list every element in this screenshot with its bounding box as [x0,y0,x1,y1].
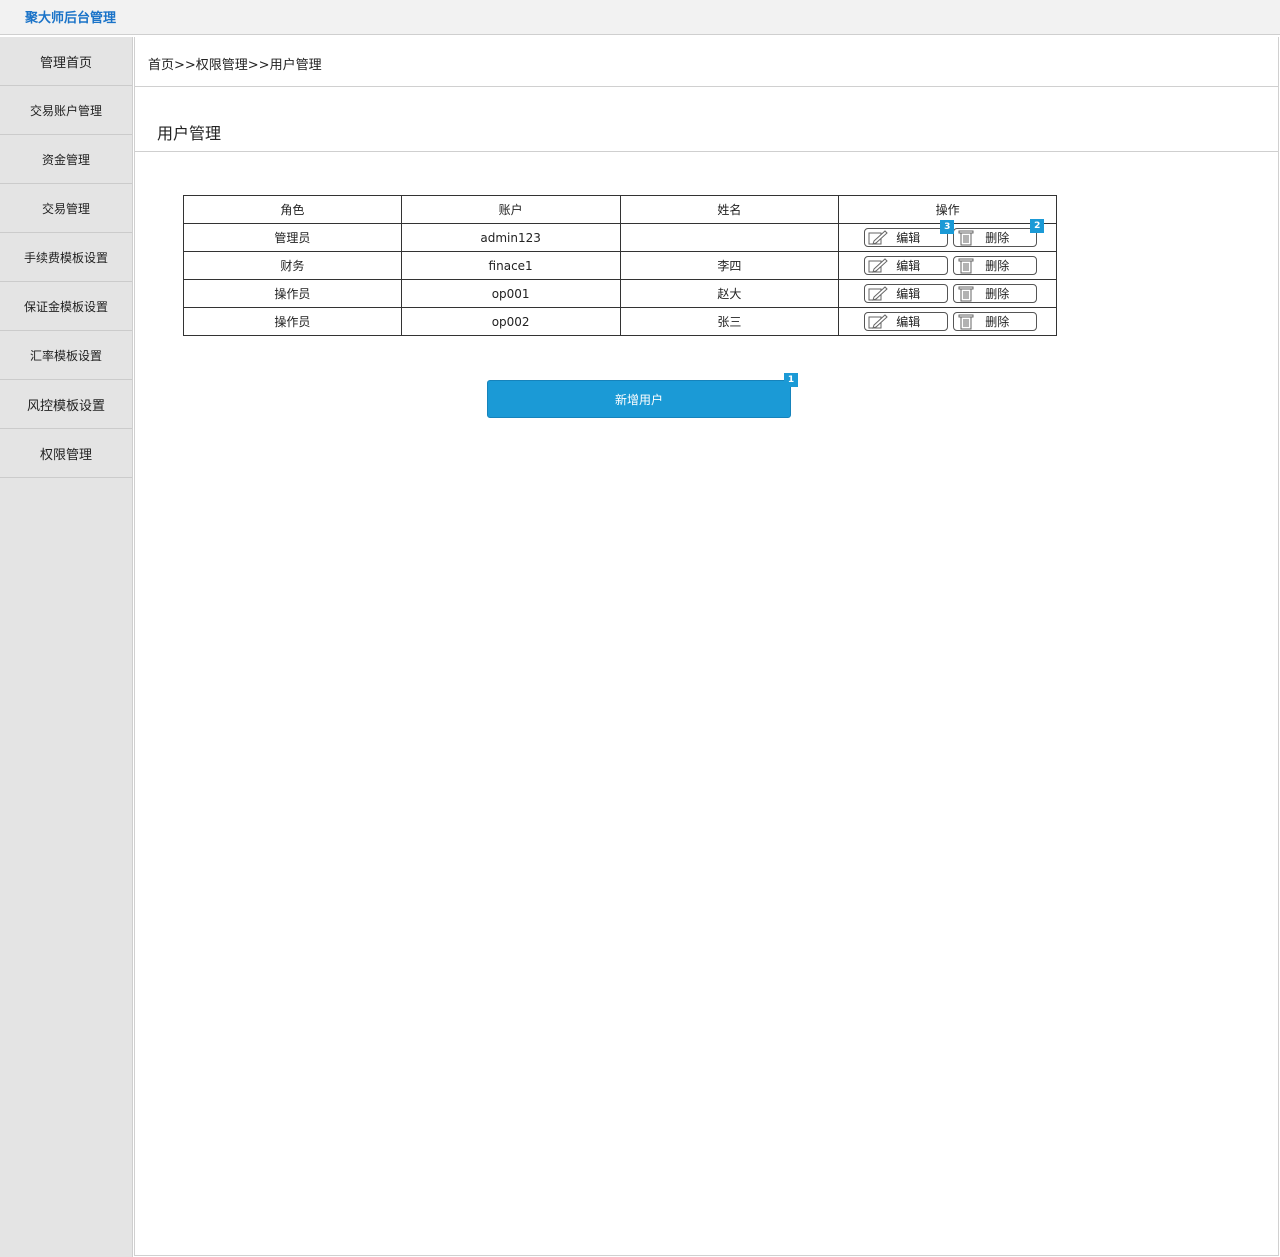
header-role: 角色 [183,195,402,224]
users-table: 角色 账户 姓名 操作 管理员 admin123 编辑 删除 3 2 财务 fi… [183,195,1057,336]
delete-label: 删除 [985,287,1010,301]
pencil-edit-icon [868,286,888,301]
app-title: 聚大师后台管理 [25,11,117,26]
cell-account: finace1 [400,251,621,280]
delete-label: 删除 [985,259,1010,273]
add-user-label: 新增用户 [614,392,663,407]
edit-label: 编辑 [896,287,921,301]
sidebar-item-risk-templates[interactable]: 风控模板设置 [0,380,132,429]
sidebar-item-fx-templates[interactable]: 汇率模板设置 [0,331,132,380]
cell-role: 管理员 [183,223,402,252]
cell-account: op001 [400,279,621,308]
edit-button[interactable]: 编辑 [864,228,949,247]
cell-role: 操作员 [183,279,402,308]
header-name: 姓名 [619,195,840,224]
sidebar: 管理首页 交易账户管理 资金管理 交易管理 手续费模板设置 保证金模板设置 汇率… [0,37,133,1257]
cell-actions: 编辑 删除 3 2 [838,219,1057,252]
delete-button[interactable]: 删除 [953,312,1038,331]
top-bar: 聚大师后台管理 [0,0,1280,35]
table-row: 操作员 op002 张三 编辑 删除 [183,307,1057,336]
add-user-button[interactable]: 新增用户 [487,380,791,418]
delete-button[interactable]: 删除 [953,256,1038,275]
sidebar-item-home[interactable]: 管理首页 [0,37,132,86]
edit-button[interactable]: 编辑 [864,312,949,331]
table-row: 管理员 admin123 编辑 删除 3 2 [183,219,1057,252]
sidebar-item-label: 资金管理 [41,152,90,167]
cell-role: 财务 [183,251,402,280]
annotation-marker-edit: 3 [940,220,955,234]
cell-account: op002 [400,307,621,336]
edit-label: 编辑 [896,259,921,273]
delete-label: 删除 [985,231,1010,245]
annotation-marker-add: 1 [784,373,798,387]
cell-name: 赵大 [619,279,840,308]
table-header-row: 角色 账户 姓名 操作 [183,195,1057,224]
breadcrumb-divider [135,86,1278,87]
header-account: 账户 [400,195,621,224]
edit-label: 编辑 [896,315,921,329]
sidebar-item-label: 交易账户管理 [29,103,102,118]
trash-icon [958,258,974,274]
cell-name: 李四 [619,251,840,280]
sidebar-item-label: 风控模板设置 [26,398,105,414]
table-row: 操作员 op001 赵大 编辑 删除 [183,279,1057,308]
cell-name: 张三 [619,307,840,336]
sidebar-item-label: 保证金模板设置 [23,299,108,314]
trash-icon [958,286,974,302]
table-row: 财务 finace1 李四 编辑 删除 [183,251,1057,280]
sidebar-item-funds[interactable]: 资金管理 [0,135,132,184]
cell-role: 操作员 [183,307,402,336]
sidebar-item-permissions[interactable]: 权限管理 [0,429,132,478]
cell-actions: 编辑 删除 [838,307,1057,336]
sidebar-item-margin-templates[interactable]: 保证金模板设置 [0,282,132,331]
main-content: 首页>>权限管理>>用户管理 用户管理 角色 账户 姓名 操作 管理员 admi… [134,37,1279,1256]
sidebar-item-label: 管理首页 [39,55,92,71]
edit-button[interactable]: 编辑 [864,256,949,275]
pencil-edit-icon [868,258,888,273]
sidebar-item-label: 交易管理 [41,201,90,216]
page-title: 用户管理 [157,124,222,143]
breadcrumb: 首页>>权限管理>>用户管理 [148,58,322,73]
annotation-marker-delete: 2 [1030,219,1045,233]
pencil-edit-icon [868,314,888,329]
cell-actions: 编辑 删除 [838,251,1057,280]
delete-label: 删除 [985,315,1010,329]
trash-icon [958,314,974,330]
sidebar-item-trading[interactable]: 交易管理 [0,184,132,233]
trash-icon [958,230,974,246]
title-divider [135,151,1278,152]
sidebar-item-label: 手续费模板设置 [23,250,108,265]
cell-account: admin123 [400,223,621,252]
delete-button[interactable]: 删除 [953,228,1038,247]
edit-button[interactable]: 编辑 [864,284,949,303]
sidebar-item-trading-accounts[interactable]: 交易账户管理 [0,86,132,135]
cell-actions: 编辑 删除 [838,279,1057,308]
sidebar-item-label: 汇率模板设置 [29,348,102,363]
delete-button[interactable]: 删除 [953,284,1038,303]
edit-label: 编辑 [896,231,921,245]
sidebar-item-fee-templates[interactable]: 手续费模板设置 [0,233,132,282]
pencil-edit-icon [868,230,888,245]
cell-name [619,223,840,252]
sidebar-item-label: 权限管理 [39,447,92,463]
